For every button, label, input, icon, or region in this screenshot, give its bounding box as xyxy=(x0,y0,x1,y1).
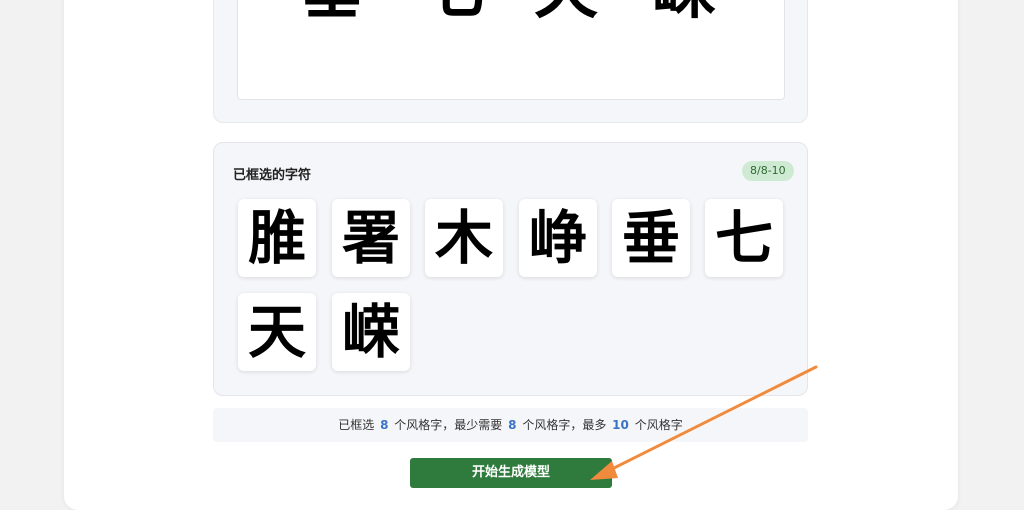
min-count: 8 xyxy=(508,418,517,432)
selected-glyph-tile[interactable]: 嵘 xyxy=(332,293,410,371)
info-text: 个风格字 xyxy=(634,418,683,432)
preview-glyph: 垂 xyxy=(300,0,364,23)
preview-canvas: 垂 七 天 嵘 xyxy=(237,0,785,100)
info-text: 个风格字，最少需要 xyxy=(394,418,503,432)
selection-info-bar: 已框选 8 个风格字，最少需要 8 个风格字，最多 10 个风格字 xyxy=(213,408,808,442)
info-text: 已框选 xyxy=(338,418,375,432)
glyph-character: 木 xyxy=(434,204,493,272)
info-text: 个风格字，最多 xyxy=(522,418,607,432)
preview-glyph: 七 xyxy=(422,0,486,23)
selected-glyph-tile[interactable]: 垂 xyxy=(612,199,690,277)
selected-characters-title: 已框选的字符 xyxy=(233,168,312,183)
selection-count-badge: 8/8-10 xyxy=(742,161,794,181)
selected-glyph-tile[interactable]: 署 xyxy=(332,199,410,277)
selected-glyph-tile[interactable]: 天 xyxy=(238,293,316,371)
glyph-character: 脽 xyxy=(247,204,306,272)
glyph-character: 署 xyxy=(341,204,400,272)
selected-glyph-tile[interactable]: 木 xyxy=(425,199,503,277)
glyph-character: 峥 xyxy=(528,204,587,272)
start-generate-model-button[interactable]: 开始生成模型 xyxy=(410,458,612,488)
preview-glyph: 天 xyxy=(534,0,598,23)
selected-glyph-tile[interactable]: 七 xyxy=(705,199,783,277)
glyph-character: 嵘 xyxy=(341,298,400,366)
selected-glyph-tile[interactable]: 峥 xyxy=(519,199,597,277)
glyph-character: 垂 xyxy=(621,204,680,272)
glyph-character: 天 xyxy=(247,298,306,366)
glyph-character: 七 xyxy=(714,204,773,272)
max-count: 10 xyxy=(612,418,629,432)
preview-glyph: 嵘 xyxy=(652,0,716,23)
selected-glyph-tile[interactable]: 脽 xyxy=(238,199,316,277)
selected-count: 8 xyxy=(380,418,389,432)
